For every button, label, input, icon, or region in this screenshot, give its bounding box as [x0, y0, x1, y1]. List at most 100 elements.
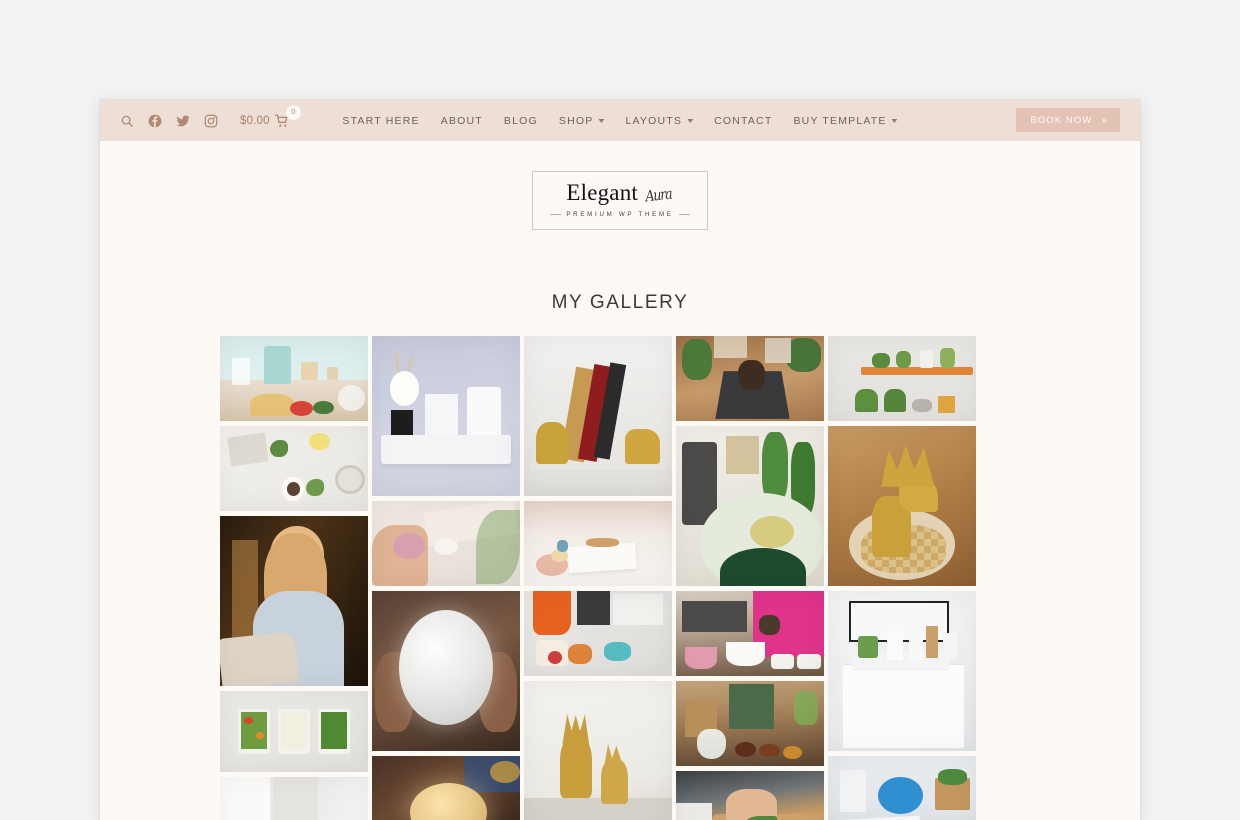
gallery-image-photo [676, 426, 824, 586]
gallery-image[interactable] [220, 426, 368, 511]
gallery-image-photo [676, 336, 824, 421]
facebook-icon[interactable] [148, 114, 162, 128]
nav-item-contact[interactable]: CONTACT [714, 115, 772, 127]
search-icon[interactable] [120, 114, 134, 128]
gallery-image-photo [372, 756, 520, 820]
photo-vignette [828, 756, 976, 820]
gallery-image[interactable] [372, 756, 520, 820]
gallery-column-2 [372, 336, 520, 820]
gallery-image-photo [676, 681, 824, 766]
gallery-column-1 [220, 336, 368, 820]
nav-item-buy-template[interactable]: BUY TEMPLATE [793, 114, 898, 127]
nav-label: START HERE [342, 114, 420, 127]
gallery-image-photo [828, 756, 976, 820]
gallery-image-photo [524, 501, 672, 586]
gallery-image[interactable] [524, 591, 672, 676]
photo-vignette [220, 336, 368, 421]
gallery-image[interactable] [828, 591, 976, 751]
topbar-utility-group: $0.00 0 [120, 104, 301, 128]
gallery-image-photo [524, 336, 672, 496]
gallery-image[interactable] [676, 771, 824, 820]
book-now-label: BOOK NOW [1030, 114, 1093, 126]
page-title: MY GALLERY [551, 292, 689, 313]
site-logo[interactable]: Elegant Aura PREMIUM WP THEME [532, 171, 708, 230]
gallery-image-photo [524, 681, 672, 820]
nav-label: BLOG [503, 114, 538, 127]
nav-item-start-here[interactable]: START HERE [342, 115, 419, 127]
gallery-image-photo [828, 336, 976, 421]
photo-vignette [220, 516, 368, 686]
gallery-image[interactable] [524, 681, 672, 820]
nav-label: BUY TEMPLATE [793, 114, 887, 127]
nav-label: CONTACT [714, 114, 773, 127]
gallery-column-4 [676, 336, 824, 820]
logo-script-text: Aura [644, 184, 673, 206]
gallery-image[interactable] [676, 681, 824, 766]
gallery-image[interactable] [828, 756, 976, 820]
photo-vignette [372, 501, 520, 586]
gallery-image[interactable] [372, 336, 520, 496]
nav-item-shop[interactable]: SHOP [559, 115, 605, 127]
nav-label: LAYOUTS [625, 114, 683, 127]
gallery-column-5 [828, 336, 976, 820]
logo-area: Elegant Aura PREMIUM WP THEME [100, 141, 1140, 230]
double-chevron-right-icon: » [1101, 114, 1106, 126]
gallery-image[interactable] [676, 426, 824, 586]
gallery-image-photo [524, 591, 672, 676]
gallery-image-photo [676, 771, 824, 820]
twitter-icon[interactable] [176, 114, 190, 128]
photo-vignette [372, 756, 520, 820]
main-navigation: START HERE ABOUT BLOG SHOP LAYOUTS CONTA… [342, 114, 898, 127]
photo-vignette [828, 426, 976, 586]
gallery-image[interactable] [524, 336, 672, 496]
gallery-image[interactable] [220, 777, 368, 820]
photo-vignette [676, 771, 824, 820]
logo-rule-left [550, 214, 562, 215]
gallery-image-photo [828, 426, 976, 586]
cart-total: $0.00 [240, 114, 270, 127]
gallery-image-photo [372, 336, 520, 496]
gallery-image-photo [676, 591, 824, 676]
gallery-image[interactable] [220, 336, 368, 421]
gallery-image-photo [220, 336, 368, 421]
photo-vignette [828, 591, 976, 751]
gallery-image[interactable] [372, 591, 520, 751]
gallery-image-photo [220, 426, 368, 511]
cart-count-badge: 0 [285, 104, 301, 120]
photo-vignette [220, 777, 368, 820]
cart-widget[interactable]: $0.00 0 [240, 104, 301, 128]
nav-label: SHOP [558, 114, 594, 127]
logo-tagline: PREMIUM WP THEME [566, 211, 674, 218]
browser-viewport: $0.00 0 START HERE ABOUT BLOG SHOP LAYOU… [100, 100, 1140, 820]
book-now-button[interactable]: BOOK NOW » [1016, 108, 1120, 132]
photo-vignette [220, 691, 368, 772]
gallery-image[interactable] [220, 691, 368, 772]
gallery-image-photo [828, 591, 976, 751]
gallery-image[interactable] [828, 336, 976, 421]
nav-item-layouts[interactable]: LAYOUTS [625, 114, 694, 127]
chevron-down-icon [598, 119, 605, 123]
gallery-image[interactable] [220, 516, 368, 686]
gallery-image[interactable] [828, 426, 976, 586]
gallery-image[interactable] [676, 591, 824, 676]
gallery-image[interactable] [676, 336, 824, 421]
chevron-down-icon [687, 119, 694, 123]
logo-tagline-row: PREMIUM WP THEME [533, 211, 707, 218]
gallery-image-photo [220, 516, 368, 686]
nav-item-blog[interactable]: BLOG [504, 115, 538, 127]
photo-vignette [524, 336, 672, 496]
photo-vignette [372, 591, 520, 751]
photo-vignette [524, 681, 672, 820]
photo-vignette [372, 336, 520, 496]
logo-rule-right [678, 214, 690, 215]
photo-vignette [524, 591, 672, 676]
photo-vignette [524, 501, 672, 586]
gallery-grid [220, 336, 1020, 820]
instagram-icon[interactable] [204, 114, 218, 128]
gallery-image-photo [372, 501, 520, 586]
nav-label: ABOUT [440, 114, 483, 127]
gallery-image[interactable] [524, 501, 672, 586]
gallery-column-3 [524, 336, 672, 820]
gallery-image[interactable] [372, 501, 520, 586]
nav-item-about[interactable]: ABOUT [441, 115, 483, 127]
